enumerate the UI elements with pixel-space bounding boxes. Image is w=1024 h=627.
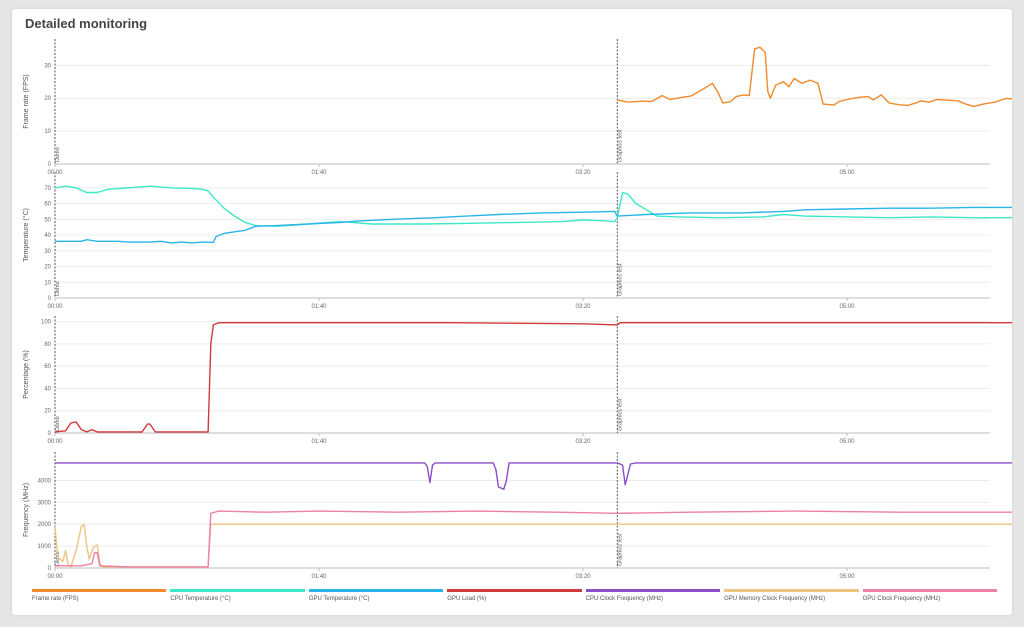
x-tick-label: 01:40 bbox=[311, 439, 327, 445]
x-tick-label: 05:00 bbox=[839, 439, 855, 445]
y-tick-label: 1000 bbox=[38, 544, 52, 550]
legend-swatch bbox=[585, 589, 721, 592]
marker-label: Graphics test bbox=[617, 398, 623, 431]
legend-label: GPU Temperature (°C) bbox=[308, 596, 370, 602]
y-axis-label: Percentage (%) bbox=[23, 350, 30, 399]
x-tick-label: 05:00 bbox=[839, 304, 855, 310]
series-line bbox=[54, 185, 1012, 228]
monitoring-charts: 0 10 20 30 00:00 01:40 03:20 05:00 Frame rate (F… bbox=[22, 39, 1012, 580]
marker-label: Graphics test bbox=[617, 263, 623, 296]
legend-item[interactable]: CPU Clock Frequency (MHz) bbox=[585, 589, 721, 609]
y-tick-label: 0 bbox=[48, 431, 52, 437]
legend-swatch bbox=[724, 589, 859, 592]
legend-item[interactable]: GPU Temperature (°C) bbox=[308, 589, 444, 609]
series-line bbox=[54, 322, 1012, 433]
y-tick-label: 4000 bbox=[38, 478, 52, 484]
x-tick-label: 01:40 bbox=[311, 304, 327, 310]
legend-label: CPU Temperature (°C) bbox=[170, 596, 231, 602]
y-tick-label: 40 bbox=[44, 386, 51, 392]
y-tick-label: 100 bbox=[41, 320, 52, 326]
marker-label: Graphics test bbox=[617, 129, 623, 162]
y-tick-label: 30 bbox=[44, 63, 51, 69]
series-line bbox=[55, 510, 1012, 568]
y-tick-label: 80 bbox=[44, 342, 51, 348]
y-tick-label: 40 bbox=[44, 233, 51, 239]
monitoring-card: Detailed monitoring 010203000:0001:4003:… bbox=[12, 9, 1012, 615]
y-tick-label: 20 bbox=[44, 96, 51, 102]
x-tick-label: 00:00 bbox=[47, 304, 63, 310]
legend-swatch bbox=[862, 589, 997, 592]
y-tick-label: 0 bbox=[48, 162, 52, 168]
legend-swatch bbox=[308, 589, 444, 592]
legend-label: GPU Load (%) bbox=[447, 596, 487, 602]
x-tick-label: 03:20 bbox=[575, 439, 591, 445]
x-tick-label: 03:20 bbox=[575, 574, 591, 580]
y-tick-label: 10 bbox=[44, 280, 51, 286]
y-tick-label: 20 bbox=[44, 409, 51, 415]
x-tick-label: 05:00 bbox=[839, 574, 855, 580]
legend-label: CPU Clock Frequency (MHz) bbox=[585, 596, 664, 602]
marker-label: Graphics test bbox=[617, 533, 623, 566]
x-tick-label: 03:20 bbox=[575, 170, 591, 176]
marker-label: Demo bbox=[55, 147, 61, 162]
y-axis-label: Temperature (°C) bbox=[22, 208, 30, 262]
x-tick-label: 03:20 bbox=[575, 304, 591, 310]
y-tick-label: 0 bbox=[48, 296, 52, 302]
legend-item[interactable]: CPU Temperature (°C) bbox=[170, 589, 305, 609]
y-tick-label: 20 bbox=[44, 265, 51, 271]
legend-label: Frame rate (FPS) bbox=[32, 596, 79, 602]
legend-swatch bbox=[170, 589, 305, 592]
x-tick-label: 01:40 bbox=[311, 574, 327, 580]
y-axis-label: Frame rate (FPS) bbox=[23, 74, 30, 128]
y-tick-label: 3000 bbox=[38, 500, 52, 506]
legend-item[interactable]: GPU Clock Frequency (MHz) bbox=[862, 589, 997, 609]
y-tick-label: 2000 bbox=[38, 522, 52, 528]
legend-label: GPU Memory Clock Frequency (MHz) bbox=[724, 596, 826, 602]
y-tick-label: 60 bbox=[44, 364, 51, 370]
marker-label: Demo bbox=[55, 416, 61, 431]
x-tick-label: 00:00 bbox=[47, 574, 63, 580]
series-line bbox=[55, 462, 1012, 490]
marker-label: Demo bbox=[55, 281, 61, 296]
series-line bbox=[617, 46, 1012, 108]
y-tick-label: 10 bbox=[44, 129, 51, 135]
x-tick-label: 01:40 bbox=[311, 170, 327, 176]
y-tick-label: 0 bbox=[48, 566, 52, 572]
x-tick-label: 00:00 bbox=[47, 439, 63, 445]
legend-label: GPU Clock Frequency (MHz) bbox=[862, 596, 941, 602]
legend-item[interactable]: Frame rate (FPS) bbox=[32, 589, 167, 609]
legend-swatch bbox=[447, 589, 582, 592]
y-tick-label: 50 bbox=[44, 217, 51, 223]
legend-swatch bbox=[32, 589, 167, 592]
legend-item[interactable]: GPU Load (%) bbox=[447, 589, 582, 609]
series-line bbox=[55, 206, 1012, 244]
y-tick-label: 30 bbox=[44, 249, 51, 255]
y-tick-label: 60 bbox=[44, 202, 51, 208]
y-tick-label: 70 bbox=[44, 186, 51, 192]
legend-item[interactable]: GPU Memory Clock Frequency (MHz) bbox=[724, 589, 859, 609]
legend: Frame rate (FPS) CPU Temperature (°C) GPU … bbox=[32, 589, 997, 609]
series-line bbox=[54, 523, 1012, 568]
y-axis-label: Frequency (MHz) bbox=[23, 483, 30, 537]
x-tick-label: 05:00 bbox=[839, 170, 855, 176]
